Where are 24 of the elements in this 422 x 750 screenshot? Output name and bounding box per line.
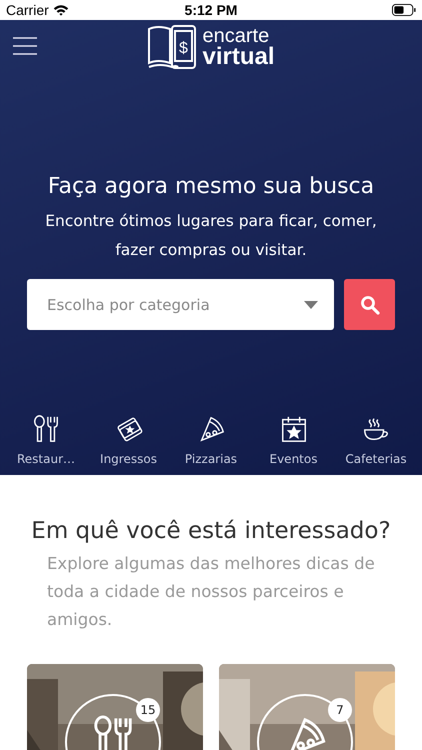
search-button[interactable] (344, 279, 395, 330)
category-item[interactable]: Pizzarias (174, 414, 248, 466)
section-text: Explore algumas das melhores dicas de toda a cidade de nossos parceiros e amigos. (46, 553, 376, 631)
status-time: 5:12 PM (184, 2, 238, 18)
category-item[interactable]: Cafeterias (339, 414, 413, 466)
search-subtitle: Encontre ótimos lugares para ficar, comer, fazer compras ou visitar. (44, 211, 378, 261)
search-icon (360, 294, 380, 314)
category-card[interactable]: 15 (27, 664, 203, 750)
logo-text: encarte (202, 26, 270, 46)
search-heading: Faça agora mesmo sua busca (48, 174, 374, 199)
category-item[interactable]: Eventos (256, 414, 330, 466)
carrier-label: Carrier (6, 2, 49, 18)
logo-symbol: $ (180, 40, 188, 57)
category-card[interactable]: 7 (219, 664, 395, 750)
section-heading: Em quê você está interessado? (31, 518, 391, 544)
menu-button[interactable] (13, 37, 37, 55)
wifi-icon (52, 4, 69, 16)
category-item[interactable]: Ingressos (92, 414, 166, 466)
battery-icon (392, 4, 416, 16)
category-dropdown[interactable]: Escolha por categoria (27, 279, 334, 330)
category-item[interactable]: Restaur… (9, 414, 83, 466)
utensils-icon (31, 414, 61, 444)
logo-text: virtual (202, 44, 275, 68)
caret-icon (304, 300, 318, 308)
